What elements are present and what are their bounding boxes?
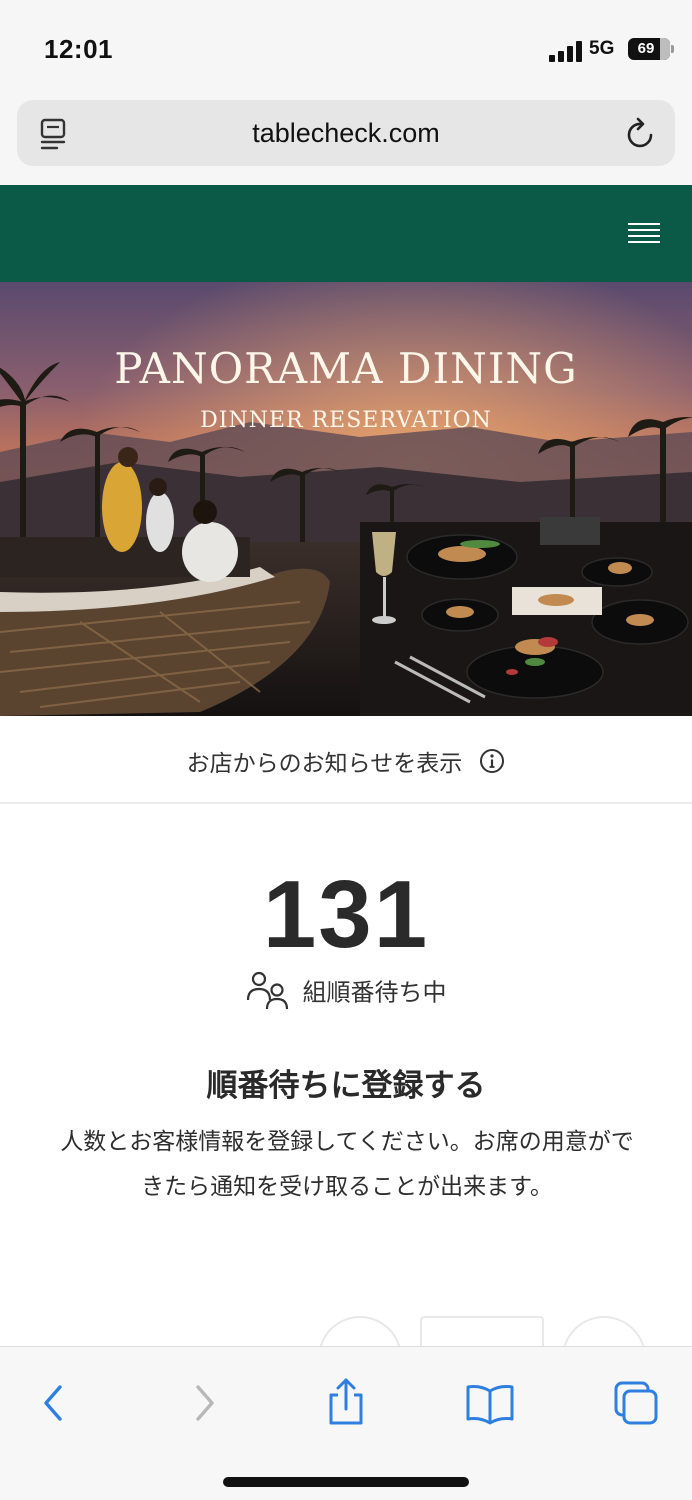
hamburger-menu-icon[interactable] — [628, 221, 660, 247]
tabs-icon[interactable] — [608, 1375, 664, 1431]
home-indicator — [223, 1477, 469, 1487]
battery-level: 69 — [637, 40, 655, 57]
people-icon — [247, 971, 289, 1010]
back-icon[interactable] — [26, 1375, 82, 1431]
share-icon[interactable] — [318, 1375, 374, 1431]
hero-subtitle: DINNER RESERVATION — [200, 408, 492, 433]
site-header — [0, 185, 692, 282]
network-type: 5G — [589, 38, 615, 59]
browser-toolbar — [0, 1346, 692, 1500]
address-bar[interactable]: tablecheck.com — [17, 100, 675, 166]
register-title: 順番待ちに登録する — [206, 1068, 486, 1104]
queue-count: 131 — [262, 861, 430, 968]
url-text[interactable]: tablecheck.com — [17, 118, 675, 149]
queue-label: 組順番待ち中 — [302, 978, 447, 1007]
shop-notice-label: お店からのお知らせを表示 — [186, 751, 463, 777]
shop-notice-toggle[interactable]: お店からのお知らせを表示 — [0, 716, 692, 804]
battery-cap — [671, 45, 674, 53]
signal-strength-icon — [549, 40, 583, 62]
status-bar: 12:01 5G 69 — [0, 0, 692, 92]
battery-icon: 69 — [628, 38, 670, 60]
reload-icon[interactable] — [625, 116, 657, 150]
browser-address-area: tablecheck.com — [0, 92, 692, 185]
forward-icon[interactable] — [176, 1375, 232, 1431]
queue-status: 組順番待ち中 — [0, 970, 692, 1010]
status-time: 12:01 — [44, 34, 113, 64]
register-description: 人数とお客様情報を登録してください。お席の用意ができたら通知を受け取ることが出来… — [60, 1129, 634, 1200]
hero-banner: PANORAMA DINING DINNER RESERVATION — [0, 282, 692, 716]
info-icon — [480, 749, 505, 773]
hero-title: PANORAMA DINING — [114, 344, 578, 393]
bookmarks-icon[interactable] — [462, 1375, 518, 1431]
